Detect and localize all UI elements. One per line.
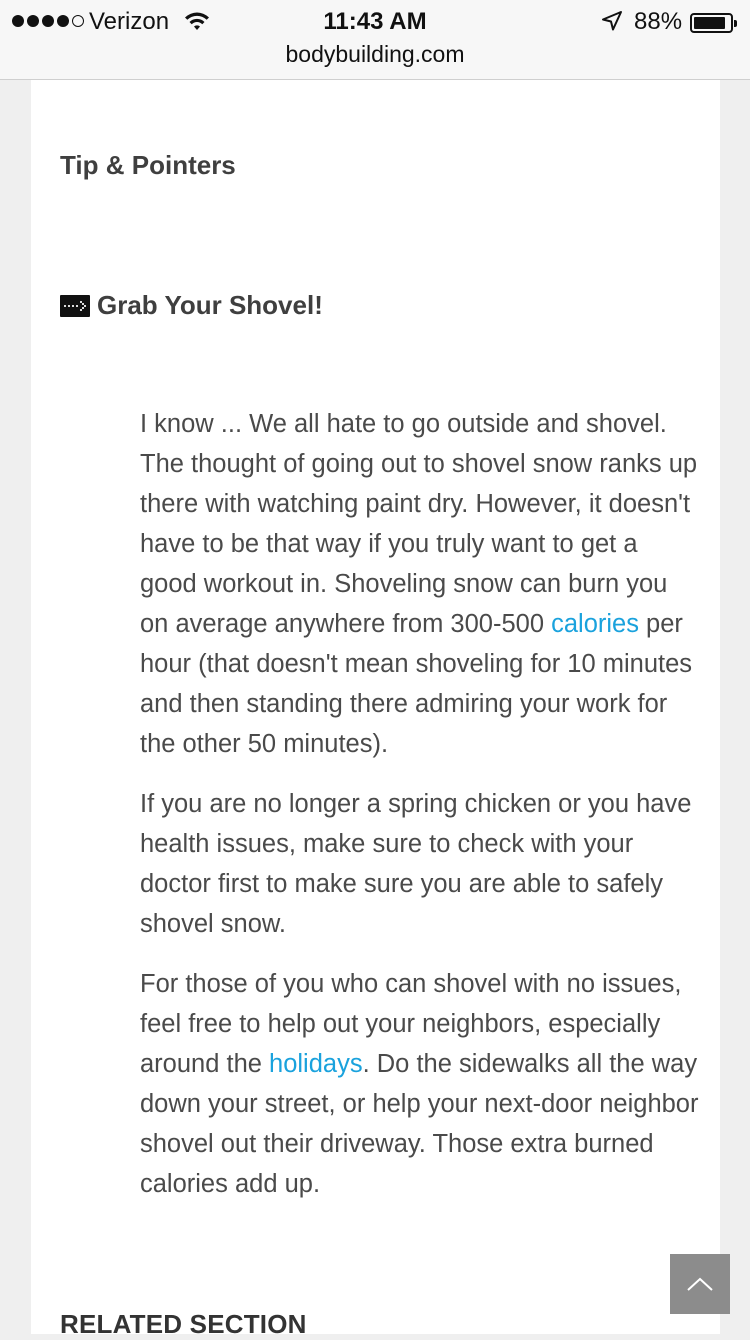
battery-percentage: 88%: [634, 8, 683, 35]
related-section-heading: RELATED SECTION: [60, 1309, 307, 1339]
section-title: Tip & Pointers: [60, 150, 236, 180]
article-heading-text: Grab Your Shovel!: [97, 290, 323, 320]
chevron-up-icon: [687, 1277, 713, 1291]
address-bar[interactable]: bodybuilding.com: [0, 41, 750, 68]
paragraph-3: For those of you who can shovel with no …: [140, 970, 699, 1198]
article-heading: Grab Your Shovel!: [60, 290, 323, 321]
location-arrow-icon: [602, 11, 622, 31]
paragraph-2: If you are no longer a spring chicken or…: [140, 790, 692, 938]
holidays-link[interactable]: holidays: [269, 1050, 363, 1078]
article-body: I know ... We all hate to go outside and…: [140, 404, 700, 1224]
calories-link[interactable]: calories: [551, 610, 639, 638]
article-card: Tip & Pointers Grab Your Shovel! I know …: [31, 80, 720, 1339]
status-bar: Verizon 11:43 AM 88% bodybuilding.com: [0, 0, 750, 80]
battery-icon: [690, 13, 737, 33]
paragraph-1: I know ... We all hate to go outside and…: [140, 410, 698, 758]
arrow-right-icon: [60, 294, 90, 317]
scroll-to-top-button[interactable]: [670, 1254, 730, 1314]
